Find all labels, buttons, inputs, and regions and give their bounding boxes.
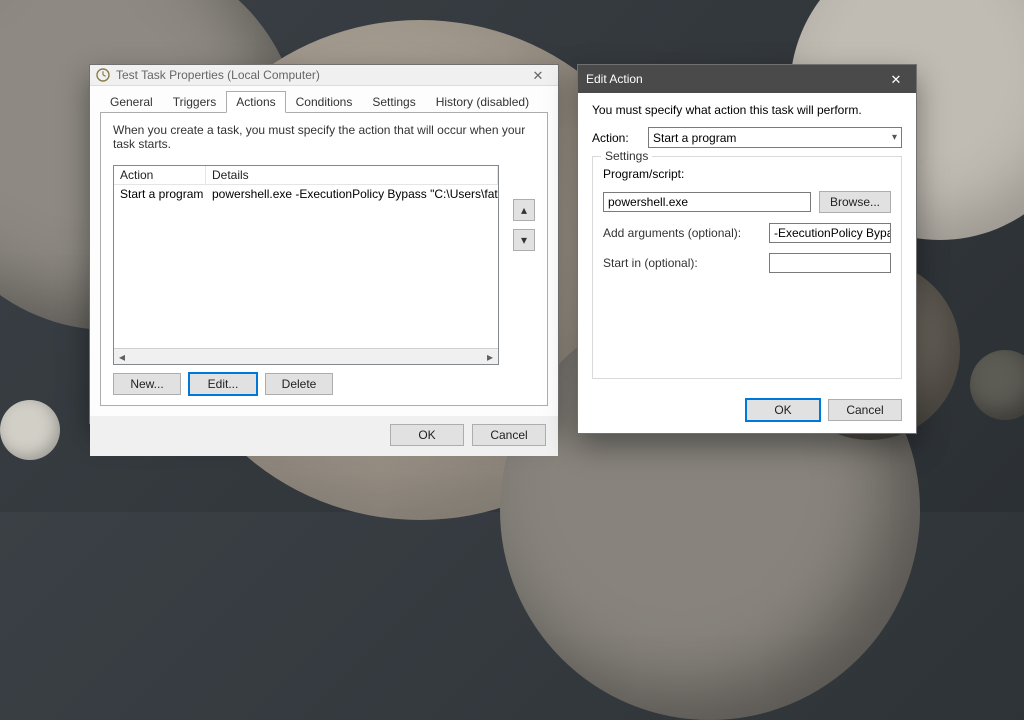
action-buttons: New... Edit... Delete <box>113 373 535 395</box>
new-button[interactable]: New... <box>113 373 181 395</box>
edit-button[interactable]: Edit... <box>189 373 257 395</box>
task-properties-window: Test Task Properties (Local Computer) ✕ … <box>89 64 559 424</box>
tabstrip: General Triggers Actions Conditions Sett… <box>90 86 558 112</box>
actions-listview[interactable]: Action Details Start a program powershel… <box>113 165 499 365</box>
column-details[interactable]: Details <box>206 166 498 184</box>
arguments-value: -ExecutionPolicy Bypass <box>774 226 891 240</box>
chevron-down-icon: ▾ <box>521 233 527 247</box>
edit-action-window: Edit Action ✕ You must specify what acti… <box>577 64 917 434</box>
move-up-button[interactable]: ▴ <box>513 199 535 221</box>
tab-settings[interactable]: Settings <box>362 91 425 113</box>
window-title: Test Task Properties (Local Computer) <box>116 68 524 82</box>
program-input[interactable]: powershell.exe <box>603 192 811 212</box>
cancel-button[interactable]: Cancel <box>828 399 902 421</box>
delete-button[interactable]: Delete <box>265 373 333 395</box>
listview-body: Start a program powershell.exe -Executio… <box>114 185 498 348</box>
actions-listwrap: Action Details Start a program powershel… <box>113 165 535 365</box>
column-action[interactable]: Action <box>114 166 206 184</box>
startin-input[interactable] <box>769 253 891 273</box>
tab-general[interactable]: General <box>100 91 163 113</box>
settings-groupbox: Settings Program/script: powershell.exe … <box>592 156 902 379</box>
action-row: Action: Start a program ▾ <box>592 127 902 148</box>
dialog-footer: OK Cancel <box>578 389 916 433</box>
action-label: Action: <box>592 131 640 145</box>
startin-label: Start in (optional): <box>603 256 743 270</box>
titlebar[interactable]: Edit Action ✕ <box>578 65 916 93</box>
move-down-button[interactable]: ▾ <box>513 229 535 251</box>
startin-row: Start in (optional): <box>603 253 891 273</box>
action-select[interactable]: Start a program ▾ <box>648 127 902 148</box>
wallpaper-pebble <box>970 350 1024 420</box>
program-label: Program/script: <box>603 167 891 181</box>
cell-action: Start a program <box>114 186 206 202</box>
settings-legend: Settings <box>601 149 652 163</box>
chevron-down-icon: ▾ <box>892 132 897 143</box>
browse-button[interactable]: Browse... <box>819 191 891 213</box>
tab-conditions[interactable]: Conditions <box>286 91 363 113</box>
tab-actions[interactable]: Actions <box>226 91 285 113</box>
arguments-label: Add arguments (optional): <box>603 226 743 240</box>
ok-button[interactable]: OK <box>746 399 820 421</box>
cell-details: powershell.exe -ExecutionPolicy Bypass "… <box>206 186 498 202</box>
program-input-value: powershell.exe <box>608 195 688 209</box>
list-row[interactable]: Start a program powershell.exe -Executio… <box>114 185 498 203</box>
tab-panel-actions: When you create a task, you must specify… <box>100 112 548 406</box>
intro-text: You must specify what action this task w… <box>592 103 902 117</box>
action-select-value: Start a program <box>653 131 736 145</box>
actions-hint: When you create a task, you must specify… <box>113 123 535 151</box>
chevron-up-icon: ▴ <box>521 203 527 217</box>
close-icon: ✕ <box>891 73 902 86</box>
tab-triggers[interactable]: Triggers <box>163 91 227 113</box>
close-button[interactable]: ✕ <box>524 65 552 85</box>
close-icon: ✕ <box>533 69 544 82</box>
horizontal-scrollbar[interactable]: ◂ ▸ <box>114 348 498 364</box>
close-button[interactable]: ✕ <box>876 65 916 93</box>
order-buttons: ▴ ▾ <box>513 199 535 251</box>
listview-header: Action Details <box>114 166 498 185</box>
arguments-input[interactable]: -ExecutionPolicy Bypass <box>769 223 891 243</box>
arguments-row: Add arguments (optional): -ExecutionPoli… <box>603 223 891 243</box>
tab-history[interactable]: History (disabled) <box>426 91 539 113</box>
ok-button[interactable]: OK <box>390 424 464 446</box>
task-scheduler-icon <box>96 68 110 82</box>
scroll-right-icon[interactable]: ▸ <box>482 349 498 364</box>
titlebar[interactable]: Test Task Properties (Local Computer) ✕ <box>90 65 558 86</box>
scroll-left-icon[interactable]: ◂ <box>114 349 130 364</box>
program-row: powershell.exe Browse... <box>603 191 891 213</box>
cancel-button[interactable]: Cancel <box>472 424 546 446</box>
window-title: Edit Action <box>586 72 876 86</box>
wallpaper-pebble <box>0 400 60 460</box>
dialog-footer: OK Cancel <box>90 416 558 456</box>
edit-action-body: You must specify what action this task w… <box>578 93 916 389</box>
